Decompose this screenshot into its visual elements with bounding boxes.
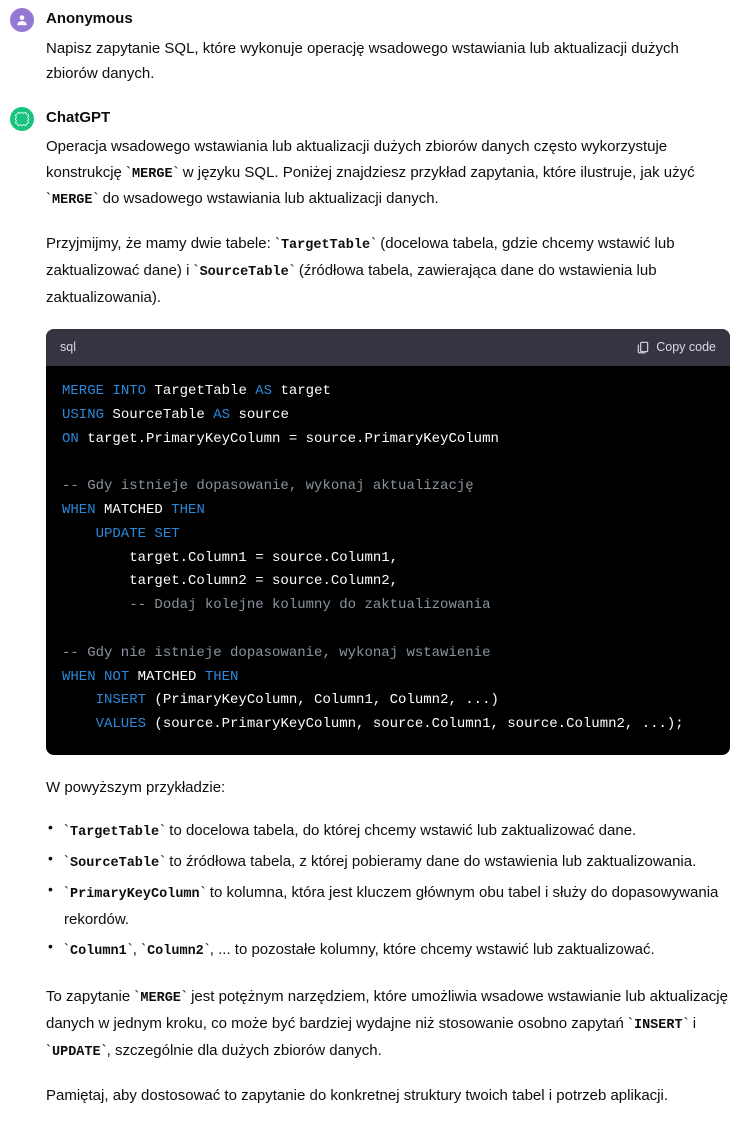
inline-code: Column2 [146, 944, 205, 959]
inline-code-update: UPDATE [51, 1045, 102, 1060]
message-assistant-content: ChatGPT Operacja wsadowego wstawiania lu… [46, 105, 730, 1109]
text-span: , ... to pozostałe kolumny, które chcemy… [210, 941, 655, 958]
intro-para-2: Przyjmijmy, że mamy dwie tabele: `Target… [46, 231, 730, 310]
avatar-anonymous [10, 8, 34, 32]
code-header: sql Copy code [46, 329, 730, 366]
text-span: To zapytanie [46, 988, 134, 1005]
inline-code: PrimaryKeyColumn [69, 887, 201, 902]
author-label: Anonymous [46, 6, 730, 32]
openai-icon [14, 111, 30, 127]
inline-code-insert: INSERT [633, 1018, 684, 1033]
text-span: Przyjmijmy, że mamy dwie tabele: [46, 235, 275, 252]
text-span: , szczególnie dla dużych zbiorów danych. [107, 1042, 382, 1059]
user-text: Napisz zapytanie SQL, które wykonuje ope… [46, 36, 730, 87]
clipboard-icon [636, 340, 650, 354]
person-icon [15, 13, 29, 27]
inline-code-sourcetable: SourceTable [199, 265, 290, 280]
code-body[interactable]: MERGE INTO TargetTable AS target USING S… [46, 366, 730, 755]
inline-code-targettable: TargetTable [280, 238, 371, 253]
intro-para-1: Operacja wsadowego wstawiania lub aktual… [46, 134, 730, 213]
inline-code-merge: MERGE [139, 991, 182, 1006]
inline-code: SourceTable [69, 856, 160, 871]
text-span: do wsadowego wstawiania lub aktualizacji… [99, 190, 439, 207]
assistant-text: Operacja wsadowego wstawiania lub aktual… [46, 134, 730, 1108]
outro-para-1: To zapytanie `MERGE` jest potężnym narzę… [46, 984, 730, 1065]
list-item: `SourceTable` to źródłowa tabela, z któr… [46, 849, 730, 876]
copy-code-label: Copy code [656, 337, 716, 358]
inline-code-merge: MERGE [51, 193, 94, 208]
code-language-label: sql [60, 337, 76, 358]
text-span: to docelowa tabela, do której chcemy wst… [165, 822, 636, 839]
inline-code: Column1 [69, 944, 128, 959]
author-label: ChatGPT [46, 105, 730, 131]
text-span: to źródłowa tabela, z której pobieramy d… [165, 853, 696, 870]
inline-code-merge: MERGE [131, 167, 174, 182]
list-item: `PrimaryKeyColumn` to kolumna, która jes… [46, 880, 730, 932]
message-assistant: ChatGPT Operacja wsadowego wstawiania lu… [10, 105, 730, 1109]
inline-code: TargetTable [69, 825, 160, 840]
text-span: , [133, 941, 141, 958]
text-span: i [689, 1015, 697, 1032]
message-user-content: Anonymous Napisz zapytanie SQL, które wy… [46, 6, 730, 87]
list-item: `Column1`, `Column2`, ... to pozostałe k… [46, 937, 730, 964]
copy-code-button[interactable]: Copy code [636, 337, 716, 358]
code-block: sql Copy code MERGE INTO TargetTable AS … [46, 329, 730, 755]
text-span: w języku SQL. Poniżej znajdziesz przykła… [179, 164, 695, 181]
list-item: `TargetTable` to docelowa tabela, do któ… [46, 818, 730, 845]
outro-para-2: Pamiętaj, aby dostosować to zapytanie do… [46, 1083, 730, 1109]
explanation-list: `TargetTable` to docelowa tabela, do któ… [46, 818, 730, 963]
message-user: Anonymous Napisz zapytanie SQL, które wy… [10, 6, 730, 87]
after-code-heading: W powyższym przykładzie: [46, 775, 730, 801]
avatar-chatgpt [10, 107, 34, 131]
